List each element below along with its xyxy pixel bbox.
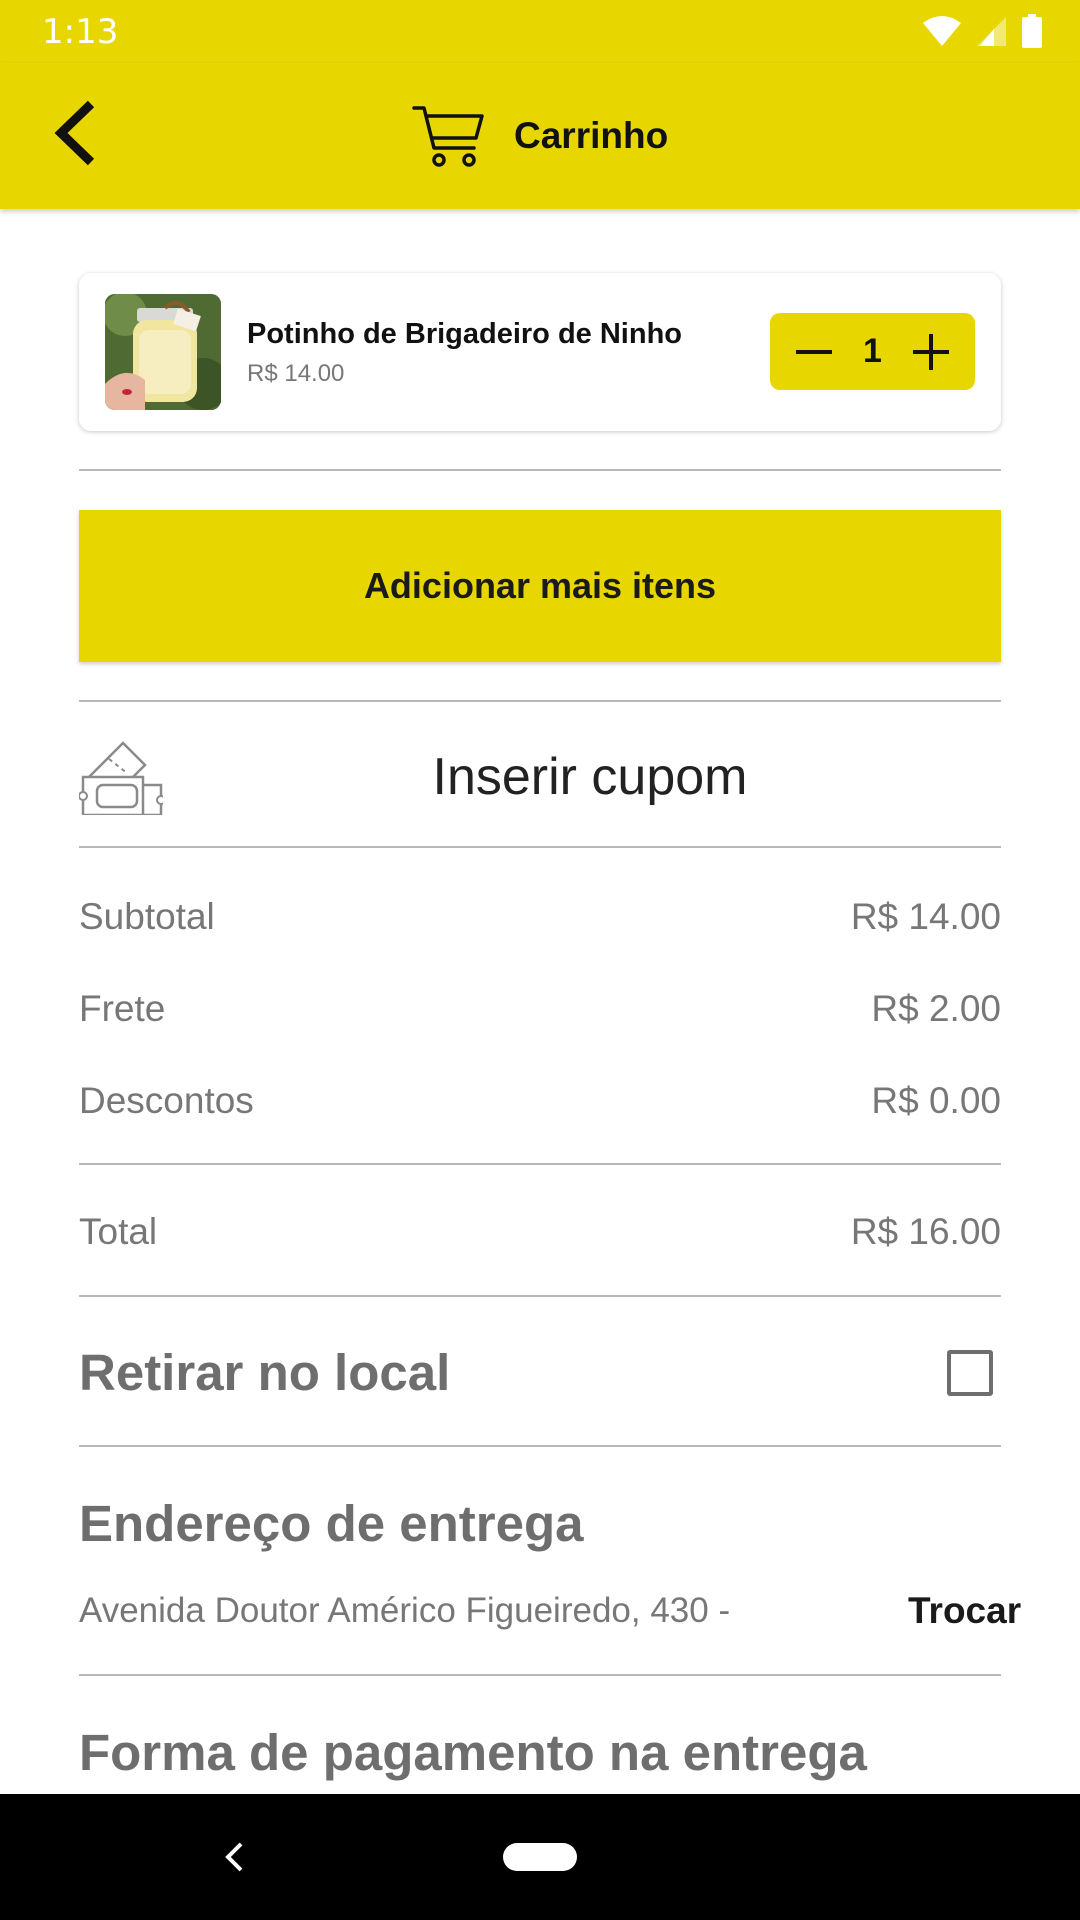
discount-value: R$ 0.00 [871, 1080, 1001, 1121]
subtotal-value: R$ 14.00 [850, 896, 1001, 937]
wifi-icon [923, 16, 961, 46]
divider [79, 1163, 1001, 1165]
system-home-button[interactable] [503, 1843, 577, 1871]
header-title-group: Carrinho [412, 103, 668, 169]
discount-label: Descontos [79, 1080, 254, 1121]
minus-icon [796, 349, 832, 354]
delivery-address-title: Endereço de entrega [79, 1495, 584, 1552]
divider [79, 1674, 1001, 1676]
add-more-items-button[interactable]: Adicionar mais itens [79, 510, 1001, 662]
system-navigation-bar [0, 1794, 1080, 1920]
coupon-row[interactable]: Inserir cupom [79, 703, 1001, 845]
divider [79, 846, 1001, 848]
product-name: Potinho de Brigadeiro de Ninho [247, 318, 682, 350]
divider [79, 1445, 1001, 1447]
subtotal-label: Subtotal [79, 896, 215, 937]
divider [79, 1295, 1001, 1297]
quantity-stepper: 1 [770, 313, 975, 390]
payment-method-title: Forma de pagamento na entrega [79, 1724, 867, 1781]
divider [79, 469, 1001, 471]
status-time: 1:13 [42, 12, 119, 52]
chevron-left-icon [225, 1842, 243, 1872]
coupon-label: Inserir cupom [432, 748, 748, 806]
quantity-value: 1 [863, 332, 882, 370]
total-label: Total [79, 1211, 158, 1252]
increase-quantity-button[interactable] [907, 328, 955, 376]
add-more-items-label: Adicionar mais itens [363, 565, 717, 606]
cart-item-card: Potinho de Brigadeiro de Ninho R$ 14.00 … [79, 273, 1001, 431]
product-price: R$ 14.00 [247, 360, 345, 387]
product-photo [105, 294, 221, 410]
total-value: R$ 16.00 [850, 1211, 1001, 1252]
pickup-checkbox[interactable] [947, 1350, 993, 1396]
shopping-cart-icon [412, 106, 484, 167]
back-arrow-icon [54, 100, 95, 166]
divider [79, 700, 1001, 702]
back-button[interactable] [40, 93, 110, 173]
shipping-value: R$ 2.00 [871, 988, 1001, 1029]
battery-icon [1022, 14, 1042, 48]
shipping-label: Frete [79, 988, 166, 1029]
status-bar: 1:13 [0, 0, 1080, 63]
signal-icon [977, 17, 1006, 46]
app-bar: Carrinho [0, 63, 1080, 209]
page-title: Carrinho [514, 115, 669, 156]
status-icons [922, 14, 1042, 48]
system-back-button[interactable] [212, 1832, 256, 1882]
delivery-address-text: Avenida Doutor Américo Figueiredo, 430 - [79, 1591, 731, 1630]
pickup-label: Retirar no local [79, 1344, 451, 1401]
change-address-button[interactable]: Trocar [908, 1590, 1021, 1632]
decrease-quantity-button[interactable] [790, 328, 838, 376]
product-image[interactable] [105, 294, 221, 410]
plus-icon [912, 333, 949, 370]
